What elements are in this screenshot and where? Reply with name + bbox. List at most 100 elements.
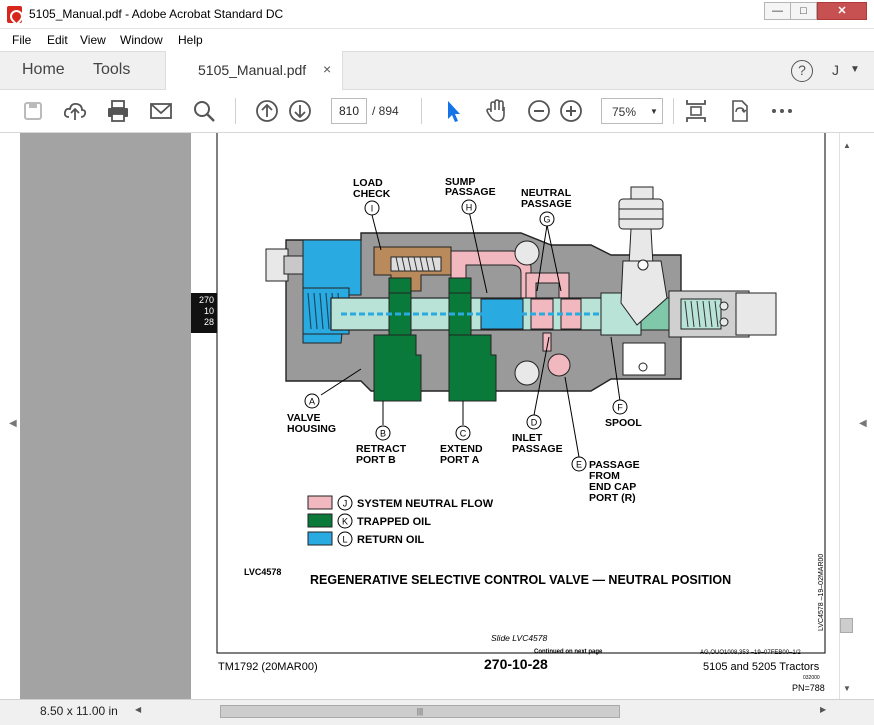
document-tab-label: 5105_Manual.pdf [198,62,307,78]
chevron-down-icon: ▼ [650,107,658,116]
label-load-check-2: CHECK [353,188,391,200]
scroll-left-icon[interactable]: ◀ [135,705,141,714]
zoom-out-icon[interactable] [526,98,552,124]
scrolling-mode-icon[interactable] [683,98,709,124]
minimize-button[interactable]: — [764,2,791,20]
next-page-icon[interactable] [287,98,313,124]
figure-side-code: LVC4578 –19–02MAR00 [818,554,825,631]
scroll-up-icon[interactable]: ▲ [843,141,851,150]
window-title: 5105_Manual.pdf - Adobe Acrobat Standard… [29,7,284,21]
legend-swatch-trapped-oil [307,513,333,528]
toolbar-divider [421,98,422,124]
label-passage-cap-4: PORT (R) [589,492,636,504]
label-retract-port-2: PORT B [356,454,396,466]
save-icon[interactable] [20,98,46,124]
tab-home[interactable]: Home [22,61,65,79]
menu-window[interactable]: Window [120,33,163,47]
acrobat-app-icon [7,6,22,23]
expand-right-panel-icon[interactable]: ◀ [859,418,867,429]
toolbar-divider [673,98,674,124]
legend-text-trapped-oil: TRAPPED OIL [357,516,431,528]
legend-letter-j: J [343,499,348,509]
callout-d: D [531,418,538,428]
expand-left-panel-icon[interactable]: ◀ [9,418,17,429]
lever-pivot [637,259,649,271]
section-tab-line-1: 270 [198,295,214,305]
horizontal-scrollbar[interactable]: ◀ ||| ▶ [130,703,830,720]
section-tab-line-3: 28 [203,317,214,327]
more-tools-icon[interactable] [769,98,795,124]
callout-b: B [380,429,386,439]
left-nut [283,255,305,275]
close-tab-icon[interactable]: × [323,61,331,77]
rotate-view-icon[interactable] [726,98,752,124]
housing-bore-1 [514,240,540,266]
callout-f: F [617,403,623,413]
search-icon[interactable] [191,98,217,124]
print-icon[interactable] [105,98,131,124]
callout-i: I [371,204,374,214]
scroll-down-icon[interactable]: ▼ [843,684,851,693]
section-tab-marker: 270 10 28 [191,293,217,333]
tab-document[interactable]: 5105_Manual.pdf × [165,51,343,91]
maximize-button[interactable]: □ [790,2,817,20]
horizontal-scroll-thumb[interactable]: ||| [220,705,620,718]
label-valve-housing-2: HOUSING [287,423,336,435]
tab-bar: Home Tools 5105_Manual.pdf × ? J ▼ [0,51,874,91]
legend-letter-k: K [342,517,348,527]
slide-label: Slide LVC4578 [491,633,548,643]
detent-ball-1 [719,301,729,311]
inlet-circle [547,353,571,377]
callout-g: G [543,215,550,225]
label-inlet-passage-2: PASSAGE [512,443,563,455]
page-total: / 894 [372,104,399,118]
chevron-down-icon[interactable]: ▼ [850,64,860,75]
small-code: 032000 [803,675,820,681]
menu-help[interactable]: Help [178,33,203,47]
scroll-thumb[interactable] [840,618,853,633]
legend-text-return-oil: RETURN OIL [357,534,425,546]
help-icon[interactable]: ? [791,60,813,82]
lever-stem [628,228,654,266]
menu-view[interactable]: View [80,33,106,47]
page-number-input[interactable]: 810 [331,98,367,124]
pn-label: PN=788 [792,683,825,693]
detent-ball-2 [719,317,729,327]
callout-c: C [460,429,467,439]
tractors-label: 5105 and 5205 Tractors [703,661,820,673]
hand-tool-icon[interactable] [483,98,509,124]
page-number-label: 270-10-28 [484,656,548,672]
section-tab-line-2: 10 [203,306,214,316]
toolbar-divider [235,98,236,124]
housing-bore-2 [514,360,540,386]
right-nut [735,292,777,336]
upload-cloud-icon[interactable] [62,98,88,124]
lever-knob [618,198,664,230]
document-background [20,133,191,699]
callout-h: H [466,203,473,213]
vertical-scrollbar[interactable]: ▲ ▼ ◀ [839,133,874,699]
menu-file[interactable]: File [12,33,31,47]
close-window-button[interactable]: ✕ [817,2,867,20]
figure-caption: REGENERATIVE SELECTIVE CONTROL VALVE — N… [310,573,731,587]
pdf-page-view[interactable]: I H G A B C D E F LOAD CHECK SUMP PASSAG… [191,133,839,699]
zoom-in-icon[interactable] [558,98,584,124]
callout-e: E [576,460,582,470]
page-size-label: 8.50 x 11.00 in [40,704,118,718]
email-icon[interactable] [148,98,174,124]
zoom-select[interactable]: 75% ▼ [601,98,663,124]
ag-code: AG,OUO1008,353 –19–07FEB00–1/2 [700,650,801,656]
menu-edit[interactable]: Edit [47,33,68,47]
tm-code: TM1792 (20MAR00) [218,661,318,673]
legend-swatch-return-oil [307,531,333,546]
select-cursor-icon[interactable] [440,98,466,124]
scroll-right-icon[interactable]: ▶ [820,705,826,714]
label-sump-passage-2: PASSAGE [445,186,496,198]
previous-page-icon[interactable] [254,98,280,124]
tab-tools[interactable]: Tools [93,61,130,79]
legend-text-neutral-flow: SYSTEM NEUTRAL FLOW [357,498,494,510]
legend-swatch-neutral-flow [307,495,333,510]
toolbar: 810 / 894 75% ▼ [0,90,874,133]
callout-a: A [309,397,315,407]
user-account-button[interactable]: J [832,62,839,78]
